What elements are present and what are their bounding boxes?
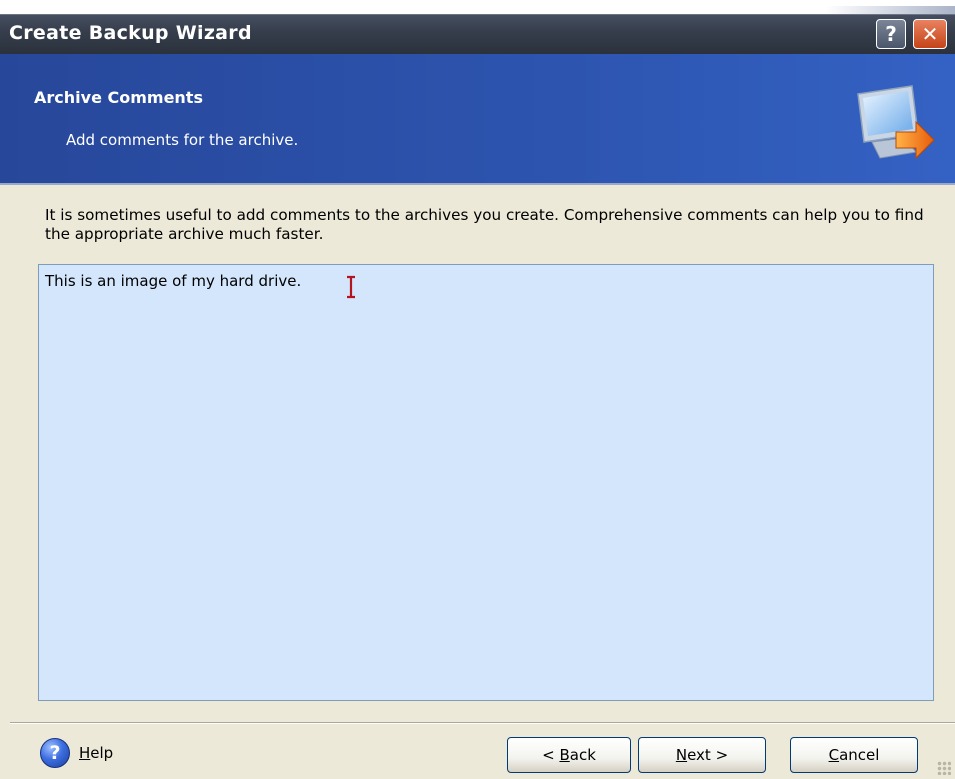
next-rest: ext > (687, 746, 729, 764)
desktop-edge (825, 6, 955, 14)
title-bar[interactable]: Create Backup Wizard ? ✕ (0, 14, 955, 55)
cancel-accel: C (828, 746, 840, 764)
help-accel: H (79, 744, 91, 762)
cancel-button[interactable]: Cancel (790, 737, 918, 773)
cancel-rest: ancel (839, 746, 880, 764)
wizard-window: Create Backup Wizard ? ✕ Archive Comment… (0, 0, 955, 779)
back-prefix: < (542, 746, 560, 764)
next-accel: N (675, 746, 688, 764)
step-subtitle: Add comments for the archive. (66, 131, 299, 149)
resize-grip[interactable] (937, 761, 951, 775)
footer-separator (10, 722, 955, 724)
back-button[interactable]: < Back (507, 737, 631, 773)
wizard-header: Archive Comments Add comments for the ar… (0, 54, 955, 183)
question-icon: ? (885, 22, 897, 46)
help-link[interactable]: Help (79, 744, 113, 762)
help-glyph: ? (49, 742, 61, 764)
close-button[interactable]: ✕ (913, 19, 947, 49)
back-accel: B (559, 746, 570, 764)
text-cursor-icon (347, 275, 355, 299)
next-button[interactable]: Next > (638, 737, 766, 773)
step-title: Archive Comments (34, 88, 203, 107)
desktop-strip (0, 0, 955, 14)
back-rest: ack (569, 746, 596, 764)
close-icon: ✕ (921, 22, 939, 46)
archive-comment-input[interactable]: This is an image of my hard drive. (38, 264, 934, 701)
help-title-button[interactable]: ? (876, 19, 906, 49)
help-icon[interactable]: ? (40, 738, 70, 768)
monitor-arrow-icon (857, 85, 935, 160)
window-title: Create Backup Wizard (9, 22, 252, 44)
help-rest: elp (90, 744, 114, 762)
step-description: It is sometimes useful to add comments t… (45, 206, 924, 243)
